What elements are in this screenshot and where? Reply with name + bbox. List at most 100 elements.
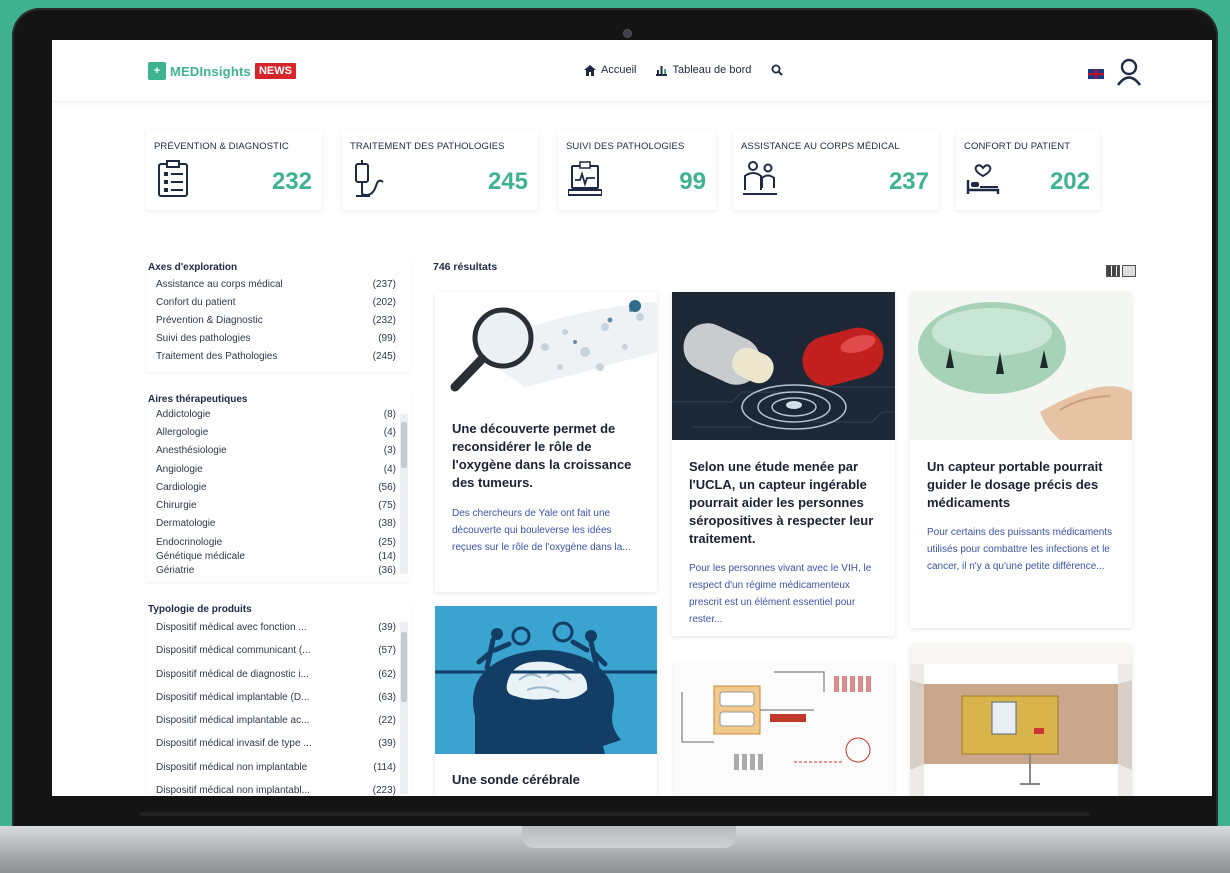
filter-option[interactable]: Endocrinologie (25) <box>146 533 410 550</box>
filter-title: Aires thérapeutiques <box>148 394 248 405</box>
article-card-diagram[interactable] <box>674 662 894 796</box>
logo-mark-icon: + <box>148 62 166 80</box>
filter-title: Typologie de produits <box>148 604 252 615</box>
filter-option-count: (75) <box>378 500 396 512</box>
category-count: 99 <box>679 168 706 195</box>
filter-option-label: Addictologie <box>156 409 211 420</box>
user-account-icon[interactable] <box>1116 58 1142 86</box>
filter-option-label: Gériatrie <box>156 565 195 577</box>
filter-option[interactable]: Dispositif médical communicant (... (57) <box>146 639 410 662</box>
filter-option-label: Dispositif médical non implantabl... <box>156 785 310 796</box>
filter-option-count: (99) <box>378 333 396 344</box>
filter-option[interactable]: Assistance au corps médical (237) <box>146 276 410 294</box>
filter-option[interactable]: Chirurgie (75) <box>146 497 410 515</box>
category-tile-suivi[interactable]: SUIVI DES PATHOLOGIES 99 <box>558 130 716 210</box>
bezel-hinge <box>140 812 1090 816</box>
category-tile-assistance[interactable]: ASSISTANCE AU CORPS MÉDICAL 237 <box>733 130 939 210</box>
filter-option-label: Assistance au corps médical <box>156 279 283 290</box>
filter-option-count: (63) <box>378 691 396 703</box>
view-toggle <box>1106 265 1136 277</box>
article-card[interactable]: Une sonde cérébrale <box>435 606 657 796</box>
category-tile-confort[interactable]: CONFORT DU PATIENT 202 <box>956 130 1100 210</box>
logo-text: MEDInsights <box>170 63 251 79</box>
study-diagram-image <box>674 662 894 796</box>
filter-option[interactable]: Gériatrie (36) <box>146 564 410 578</box>
filter-option[interactable]: Prévention & Diagnostic (232) <box>146 312 410 330</box>
nav-label: Accueil <box>601 64 637 76</box>
filter-option-count: (202) <box>372 297 396 308</box>
filter-option[interactable]: Dispositif médical invasif de type ... (3… <box>146 732 410 755</box>
filter-option[interactable]: Dispositif médical implantable (D... (63) <box>146 686 410 709</box>
category-tile-traitement[interactable]: TRAITEMENT DES PATHOLOGIES 245 <box>342 130 538 210</box>
filter-option[interactable]: Dispositif médical implantable ac... (22) <box>146 709 410 732</box>
filter-option-count: (39) <box>378 622 396 633</box>
category-label: SUIVI DES PATHOLOGIES <box>566 141 685 152</box>
filter-option-count: (39) <box>378 738 396 750</box>
filter-option[interactable]: Anesthésiologie (3) <box>146 442 410 460</box>
filter-option[interactable]: Confort du patient (202) <box>146 294 410 312</box>
article-card[interactable]: Un capteur portable pourrait guider le d… <box>910 292 1132 628</box>
filter-option[interactable]: Angiologie (4) <box>146 461 410 479</box>
filter-option[interactable]: Génétique médicale (14) <box>146 550 410 564</box>
filter-option[interactable]: Suivi des pathologies (99) <box>146 330 410 348</box>
article-title: Un capteur portable pourrait guider le d… <box>927 459 1103 510</box>
logo-news-badge: NEWS <box>254 63 296 79</box>
clipboard-icon <box>158 160 188 197</box>
filter-option-label: Dispositif médical de diagnostic i... <box>156 668 309 680</box>
filter-option[interactable]: Addictologie (8) <box>146 406 410 424</box>
nav-item-accueil[interactable]: Accueil <box>584 64 636 76</box>
filter-option-count: (14) <box>378 551 396 563</box>
filter-option-count: (3) <box>383 445 396 457</box>
article-title: Selon une étude menée par l'UCLA, un cap… <box>689 459 874 546</box>
category-count: 237 <box>888 168 929 195</box>
filter-option[interactable]: Allergologie (4) <box>146 424 410 442</box>
filter-option[interactable]: Traitement des Pathologies (245) <box>146 348 410 366</box>
filter-panel-axes: Axes d'exploration Assistance au corps m… <box>146 258 410 372</box>
filter-option-label: Suivi des pathologies <box>156 333 251 344</box>
list-view-icon[interactable] <box>1122 265 1136 277</box>
filter-option-label: Anesthésiologie <box>156 445 227 457</box>
scrollbar-thumb[interactable] <box>401 422 407 468</box>
filter-option[interactable]: Dermatologie (38) <box>146 515 410 533</box>
nav-item-dashboard[interactable]: Tableau de bord <box>656 64 751 76</box>
grid-view-icon[interactable] <box>1106 265 1120 277</box>
filter-option-label: Allergologie <box>156 427 209 439</box>
scrollbar-thumb[interactable] <box>401 632 407 702</box>
webcam <box>623 29 632 38</box>
filter-option-count: (36) <box>378 565 396 577</box>
uk-flag-icon[interactable] <box>1088 69 1104 79</box>
article-card[interactable]: Selon une étude menée par l'UCLA, un cap… <box>672 292 895 636</box>
article-card[interactable]: Une découverte permet de reconsidérer le… <box>435 292 657 592</box>
article-excerpt: Des chercheurs de Yale ont fait une déco… <box>452 508 631 553</box>
article-title: Une découverte permet de reconsidérer le… <box>452 421 632 490</box>
filter-option-label: Confort du patient <box>156 297 236 308</box>
filter-scrollbar[interactable] <box>400 622 408 794</box>
filter-panel-aires: Aires thérapeutiques Addictologie (8) All… <box>146 390 410 582</box>
filter-option-count: (232) <box>372 315 396 326</box>
filter-option-label: Dispositif médical implantable ac... <box>156 715 310 727</box>
filter-option[interactable]: Dispositif médical non implantabl... (223… <box>146 779 410 796</box>
magnifier-cells-image <box>435 292 657 410</box>
filter-scrollbar[interactable] <box>400 414 408 574</box>
filter-option-count: (237) <box>372 279 396 290</box>
filter-option-count: (223) <box>372 785 396 796</box>
filter-option[interactable]: Dispositif médical non implantable (114) <box>146 756 410 779</box>
site-logo[interactable]: + MEDInsights NEWS <box>148 62 296 80</box>
filter-option[interactable]: Dispositif médical de diagnostic i... (62… <box>146 663 410 686</box>
nav-label: Tableau de bord <box>672 64 752 76</box>
abdominal-patch-image <box>910 644 1132 796</box>
filter-option[interactable]: Dispositif médical avec fonction ... (39) <box>146 616 410 639</box>
doctors-icon <box>743 161 777 195</box>
category-label: CONFORT DU PATIENT <box>964 141 1071 152</box>
filter-option-label: Prévention & Diagnostic <box>156 315 263 326</box>
iv-drip-icon <box>355 160 384 197</box>
article-card-photo[interactable] <box>910 644 1132 796</box>
search-icon[interactable] <box>771 64 784 76</box>
category-count: 232 <box>271 168 312 195</box>
category-count: 245 <box>487 168 528 195</box>
article-excerpt: Pour certains des puissants médicaments … <box>927 527 1113 572</box>
filter-option[interactable]: Cardiologie (56) <box>146 479 410 497</box>
brain-probe-illustration <box>435 606 657 754</box>
category-tile-prevention[interactable]: PRÉVENTION & DIAGNOSTIC 232 <box>146 130 322 210</box>
monitor-icon <box>568 161 602 196</box>
